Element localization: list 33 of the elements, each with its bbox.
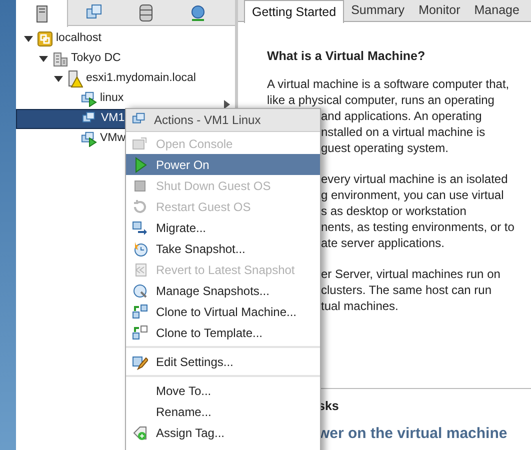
paragraph-line: ate server applications.: [321, 235, 444, 251]
paragraph-line: tual machines.: [321, 298, 398, 314]
paragraph-line: every virtual machine is an isolated: [321, 171, 508, 187]
tree-item[interactable]: localhost: [16, 29, 233, 49]
paragraph-line: like a physical computer, runs an operating: [267, 92, 494, 108]
paragraph-line: guest operating system.: [321, 140, 448, 156]
paragraph-line: s as desktop or workstation: [321, 203, 466, 219]
paragraph-line: clusters. The same host can run: [321, 282, 492, 298]
paragraph-line: g environment, you can use virtual: [321, 187, 504, 203]
menu-item[interactable]: Take Snapshot...: [126, 238, 320, 259]
menu-item[interactable]: Clone to Template...: [126, 322, 320, 343]
paragraph-line: er Server, virtual machines run on: [321, 266, 500, 282]
tab[interactable]: Summary: [344, 0, 412, 21]
tree-item[interactable]: Tokyo DC: [16, 49, 233, 69]
tree-item[interactable]: linux: [16, 89, 233, 109]
paragraph-line: A virtual machine is a software computer that,: [267, 76, 510, 92]
tree-item[interactable]: esxi1.mydomain.local: [16, 69, 233, 89]
menu-item[interactable]: Move To...: [126, 380, 320, 401]
tab[interactable]: Monitor: [412, 0, 468, 21]
paragraph-line: and applications. An operating: [321, 108, 482, 124]
menu-item[interactable]: Assign Tag...: [126, 422, 320, 443]
menu-item[interactable]: Manage Snapshots...: [126, 280, 320, 301]
menu-item[interactable]: Migrate...: [126, 217, 320, 238]
tab[interactable]: Manage: [467, 0, 526, 21]
paragraph-line: nstalled on a virtual machine is: [321, 124, 486, 140]
menu-item[interactable]: Clone to Virtual Machine...: [126, 301, 320, 322]
tab[interactable]: Getting Started: [244, 0, 344, 23]
menu-header: Actions - VM1 Linux: [126, 109, 320, 132]
menu-item[interactable]: Edit Settings...: [126, 351, 320, 372]
menu-item[interactable]: Power On: [126, 154, 320, 175]
section-heading: What is a Virtual Machine?: [267, 48, 426, 64]
paragraph-line: nents, as testing environments, or to: [321, 219, 514, 235]
menu-item[interactable]: Rename...: [126, 401, 320, 422]
